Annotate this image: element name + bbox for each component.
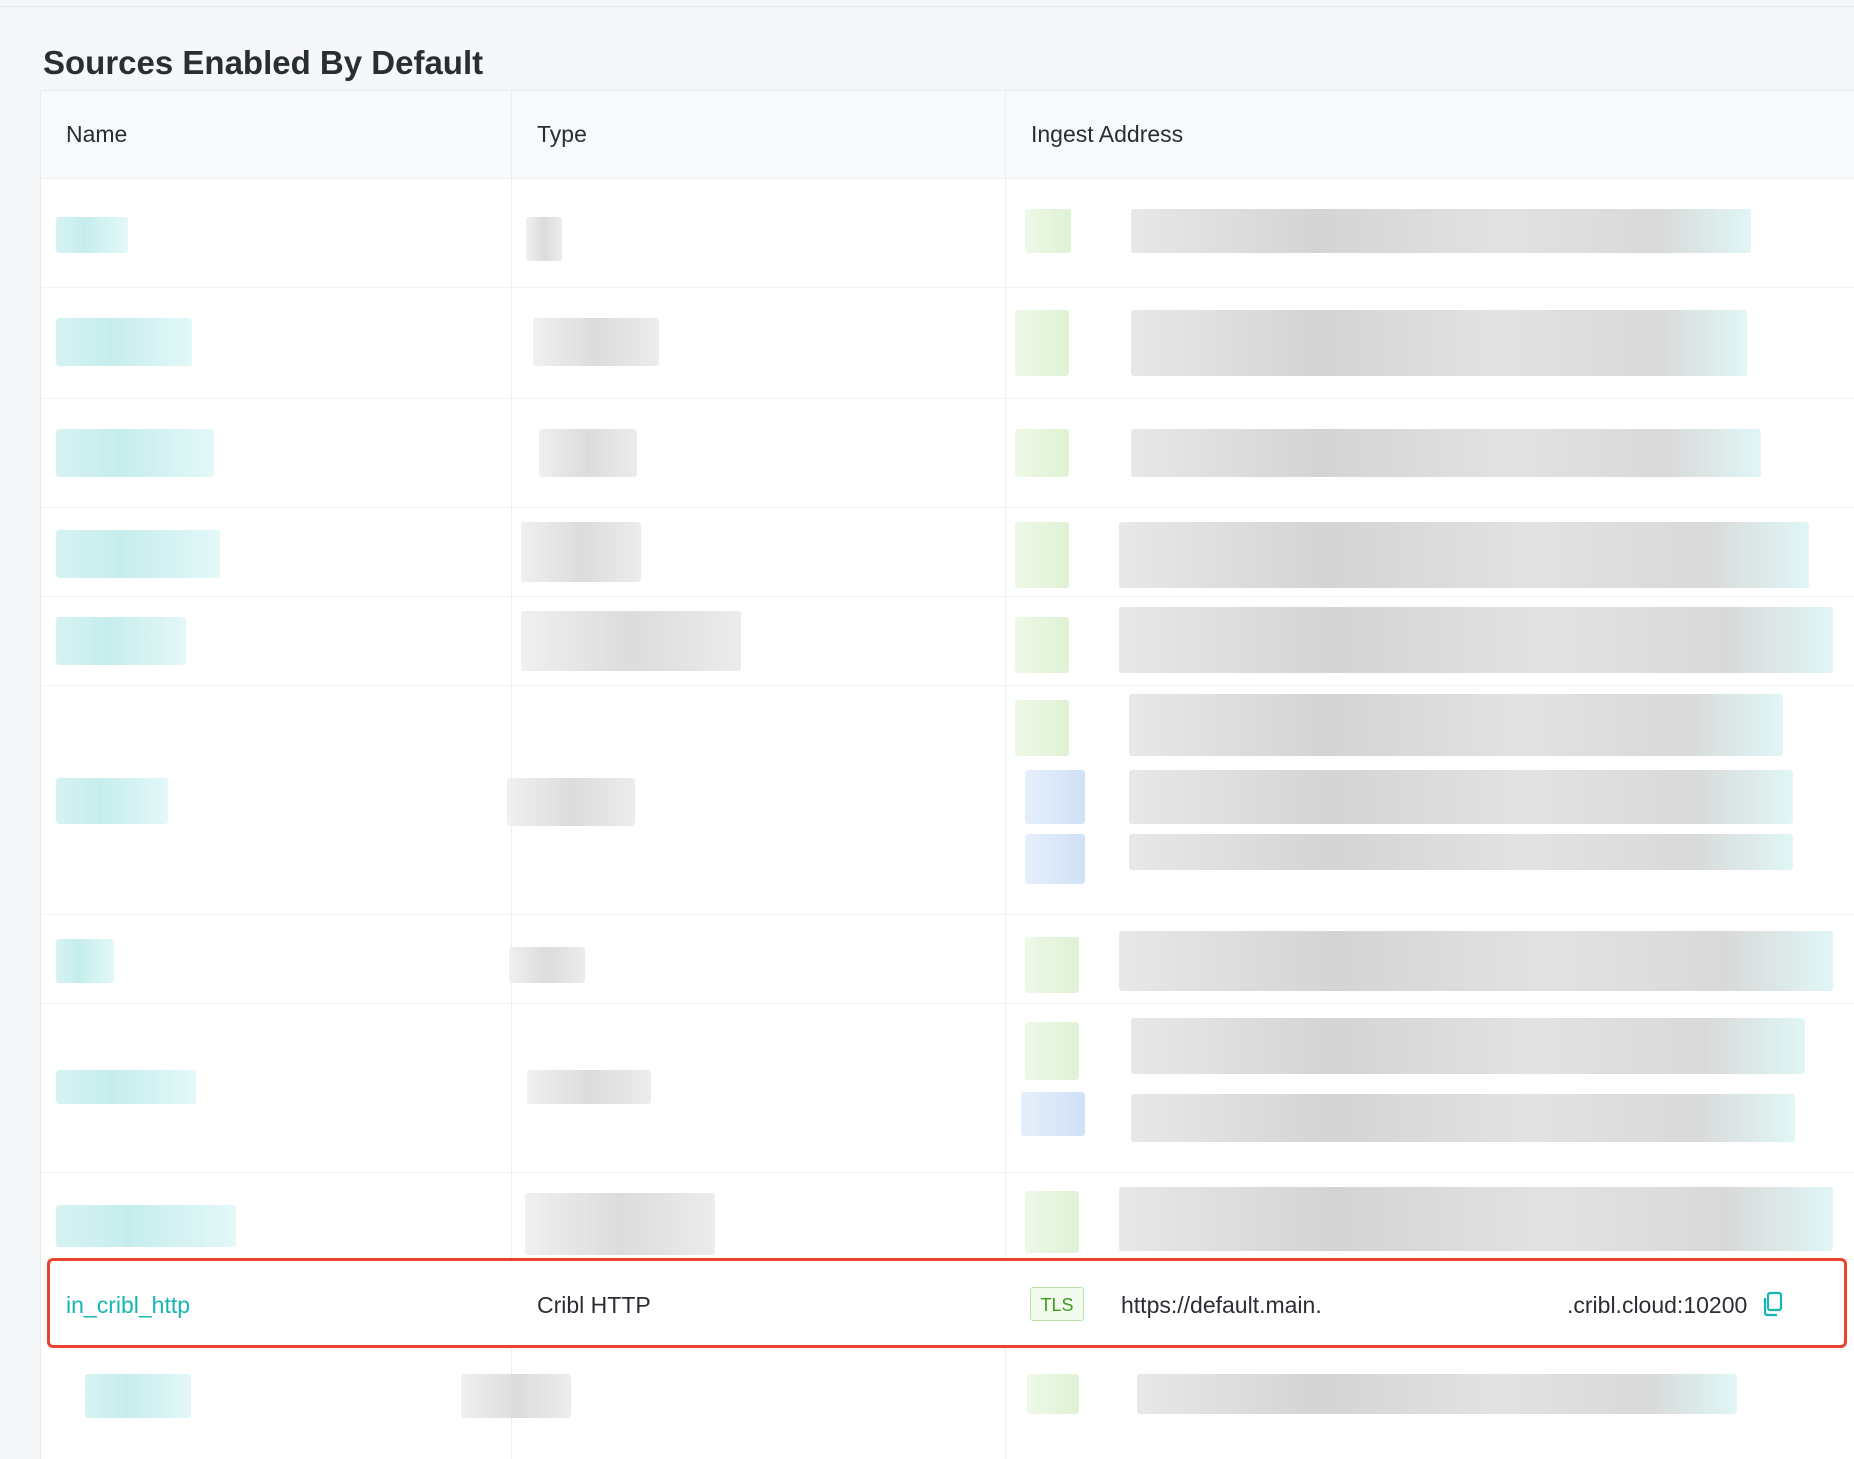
redacted-address bbox=[1119, 931, 1833, 991]
redacted-type bbox=[507, 778, 635, 826]
table-row[interactable] bbox=[41, 508, 1854, 597]
column-header-name[interactable]: Name bbox=[66, 121, 127, 148]
redacted-badge bbox=[1025, 937, 1079, 993]
redacted-address bbox=[1119, 1187, 1833, 1251]
sources-table: Name Type Ingest Address bbox=[40, 90, 1854, 1459]
ingest-address-end: .cribl.cloud:10200 bbox=[1567, 1292, 1748, 1318]
redacted-address bbox=[1129, 770, 1793, 824]
redacted-name bbox=[56, 429, 214, 477]
column-header-type[interactable]: Type bbox=[537, 121, 587, 148]
redacted-type bbox=[521, 611, 741, 671]
column-header-ingest-address[interactable]: Ingest Address bbox=[1031, 121, 1183, 148]
redacted-badge bbox=[1025, 1191, 1079, 1253]
table-row[interactable] bbox=[41, 288, 1854, 399]
redacted-address bbox=[1119, 522, 1809, 588]
redacted-type bbox=[521, 522, 641, 582]
redacted-badge bbox=[1025, 834, 1085, 884]
source-name-link[interactable]: in_cribl_http bbox=[66, 1292, 190, 1319]
redacted-name bbox=[56, 617, 186, 665]
redacted-type bbox=[539, 429, 637, 477]
table-row[interactable] bbox=[41, 1004, 1854, 1173]
redacted-badge bbox=[1015, 429, 1069, 477]
redacted-name bbox=[56, 318, 192, 366]
redacted-badge bbox=[1015, 700, 1069, 756]
table-row[interactable] bbox=[41, 179, 1854, 288]
redacted-type bbox=[526, 217, 562, 261]
copy-icon[interactable] bbox=[1762, 1291, 1784, 1317]
table-row[interactable] bbox=[41, 597, 1854, 686]
redacted-address bbox=[1129, 694, 1783, 756]
redacted-name bbox=[85, 1374, 191, 1418]
redacted-address bbox=[1137, 1374, 1737, 1414]
redacted-type bbox=[527, 1070, 651, 1104]
redacted-type bbox=[461, 1374, 571, 1418]
redacted-type bbox=[533, 318, 659, 366]
section-title: Sources Enabled By Default bbox=[43, 44, 484, 81]
redacted-badge bbox=[1021, 1092, 1085, 1136]
redacted-name bbox=[56, 1205, 236, 1247]
table-row[interactable] bbox=[41, 1173, 1854, 1260]
table-row[interactable] bbox=[41, 915, 1854, 1004]
ingest-address-start: https://default.main. bbox=[1121, 1292, 1322, 1318]
top-divider bbox=[0, 6, 1854, 7]
redacted-type bbox=[525, 1193, 715, 1255]
redacted-name bbox=[56, 778, 168, 824]
redacted-address bbox=[1119, 607, 1833, 673]
redacted-badge bbox=[1025, 770, 1085, 824]
redacted-address bbox=[1131, 1018, 1805, 1074]
redacted-badge bbox=[1025, 209, 1071, 253]
table-row[interactable] bbox=[41, 399, 1854, 508]
redacted-type bbox=[509, 947, 585, 983]
redacted-badge bbox=[1015, 310, 1069, 376]
redacted-address bbox=[1131, 429, 1761, 477]
table-row[interactable] bbox=[41, 1352, 1854, 1459]
redacted-address bbox=[1129, 834, 1793, 870]
redacted-badge bbox=[1025, 1022, 1079, 1080]
table-header: Name Type Ingest Address bbox=[41, 91, 1854, 179]
redacted-badge bbox=[1015, 617, 1069, 673]
redacted-name bbox=[56, 217, 128, 253]
redacted-address bbox=[1131, 310, 1747, 376]
redacted-address bbox=[1131, 209, 1751, 253]
tls-badge: TLS bbox=[1030, 1287, 1084, 1321]
redacted-badge bbox=[1027, 1374, 1079, 1414]
redacted-name bbox=[56, 939, 114, 983]
redacted-name bbox=[56, 1070, 196, 1104]
source-type: Cribl HTTP bbox=[537, 1292, 651, 1318]
redacted-address bbox=[1131, 1094, 1795, 1142]
table-row[interactable] bbox=[41, 686, 1854, 915]
redacted-badge bbox=[1015, 522, 1069, 588]
redacted-name bbox=[56, 530, 220, 578]
